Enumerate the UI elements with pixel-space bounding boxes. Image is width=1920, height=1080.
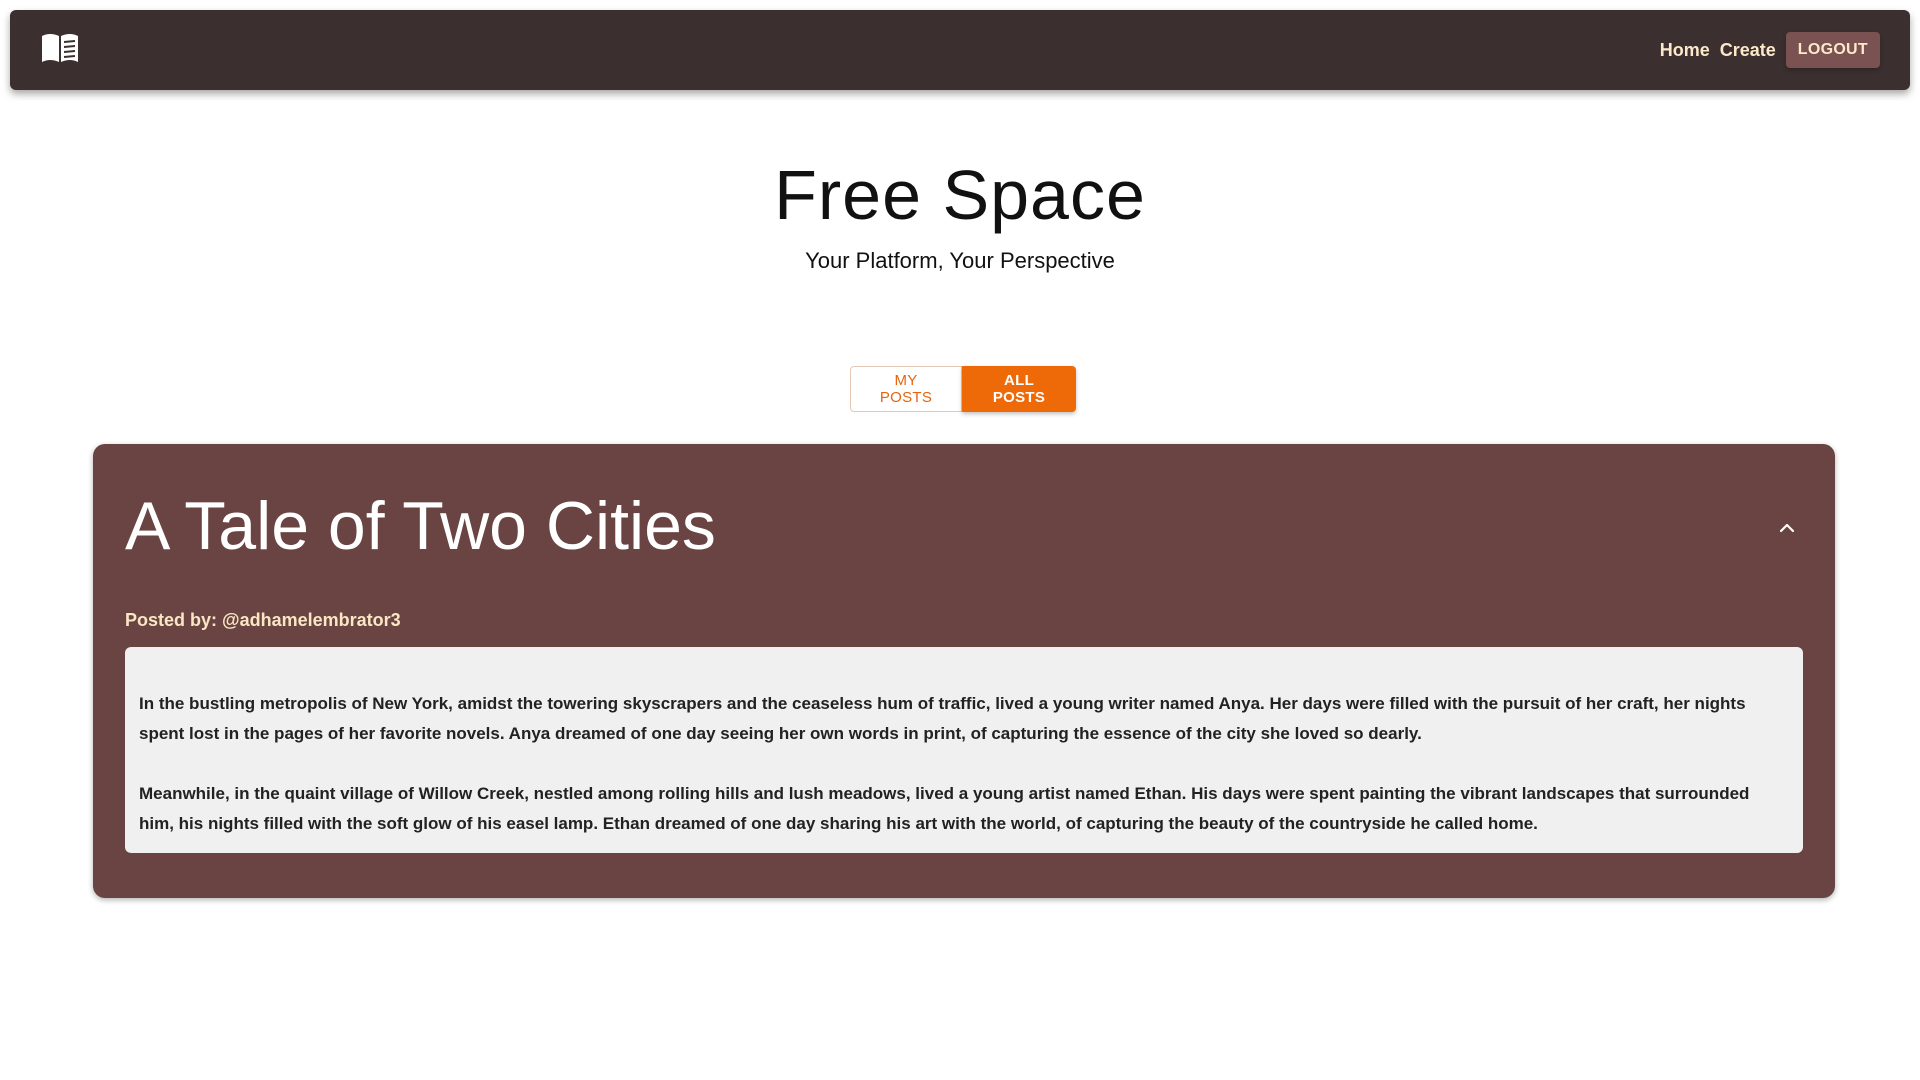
- open-book-icon[interactable]: [40, 30, 80, 66]
- page-title: Free Space: [774, 156, 1146, 234]
- post-paragraph: Meanwhile, in the quaint village of Will…: [139, 784, 1750, 833]
- post-content: In the bustling metropolis of New York, …: [125, 647, 1803, 853]
- chevron-up-icon[interactable]: [1775, 516, 1799, 540]
- post-paragraph: In the bustling metropolis of New York, …: [139, 694, 1746, 743]
- page-subtitle: Your Platform, Your Perspective: [805, 248, 1115, 273]
- post-author: Posted by: @adhamelembrator3: [125, 610, 401, 630]
- logout-button[interactable]: LOGOUT: [1785, 32, 1880, 68]
- my-posts-button[interactable]: MY POSTS: [850, 366, 962, 412]
- nav-link-create[interactable]: Create: [1720, 40, 1776, 61]
- post-title: A Tale of Two Cities: [125, 488, 716, 564]
- nav-links: Home Create LOGOUT: [1660, 32, 1880, 68]
- all-posts-button[interactable]: ALL POSTS: [962, 366, 1076, 412]
- nav-link-home[interactable]: Home: [1660, 40, 1710, 61]
- posts-filter-toggle: MY POSTS ALL POSTS: [850, 366, 1076, 412]
- post-card: A Tale of Two Cities Posted by: @adhamel…: [93, 444, 1835, 898]
- hero: Free Space Your Platform, Your Perspecti…: [0, 150, 1920, 274]
- navbar: Home Create LOGOUT: [10, 10, 1910, 90]
